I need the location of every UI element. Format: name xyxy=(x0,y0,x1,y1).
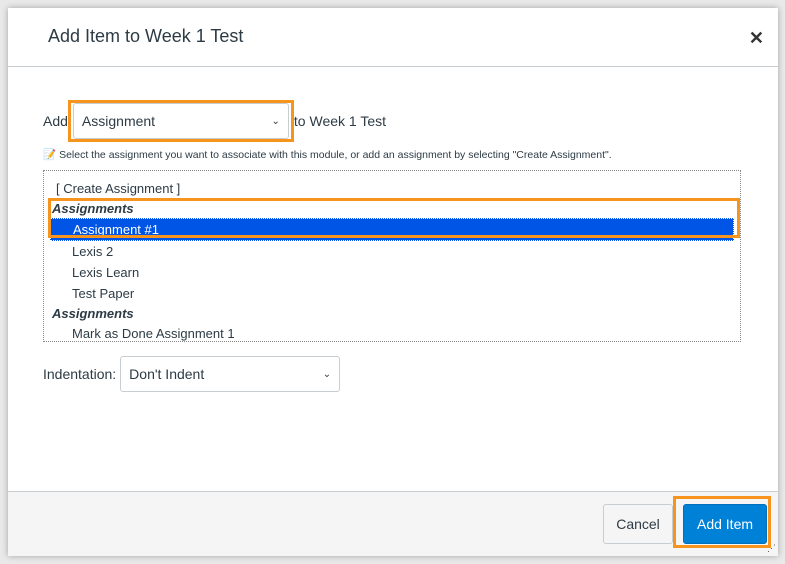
list-item-selected[interactable]: Assignment #1 xyxy=(50,218,734,241)
list-item[interactable]: Lexis 2 xyxy=(44,241,740,262)
indentation-select[interactable]: Don't Indent ⌄ xyxy=(120,356,341,392)
chevron-down-icon: ⌄ xyxy=(322,368,332,380)
resize-grip-icon[interactable]: ⋰ xyxy=(767,543,776,554)
hint-label: Select the assignment you want to associ… xyxy=(59,148,612,161)
dialog-footer: Cancel Add Item ⋰ xyxy=(8,491,778,556)
item-type-value: Assignment xyxy=(81,113,156,129)
group-label: Assignments xyxy=(52,306,134,321)
add-prefix: Add xyxy=(43,113,68,129)
assignment-listbox[interactable]: [ Create Assignment ] Assignments Assign… xyxy=(43,170,741,342)
add-type-row: Add Assignment ⌄ to Week 1 Test xyxy=(43,100,386,142)
list-item[interactable]: Test Paper xyxy=(44,283,740,304)
dialog-header: Add Item to Week 1 Test ✕ xyxy=(8,8,778,67)
create-assignment-option[interactable]: [ Create Assignment ] xyxy=(44,178,740,199)
type-select-highlight: Assignment ⌄ xyxy=(67,100,294,142)
group-label: Assignments xyxy=(52,201,134,216)
indentation-value: Don't Indent xyxy=(129,366,205,382)
edit-note-icon: 📝 xyxy=(43,149,57,161)
hint-text: 📝 Select the assignment you want to asso… xyxy=(43,148,612,162)
indentation-label: Indentation: xyxy=(43,366,117,382)
chevron-down-icon: ⌄ xyxy=(271,115,280,127)
dialog-title: Add Item to Week 1 Test xyxy=(48,26,244,46)
item-type-select[interactable]: Assignment ⌄ xyxy=(72,103,289,139)
close-icon[interactable]: ✕ xyxy=(749,28,764,49)
add-item-button[interactable]: Add Item xyxy=(683,504,767,544)
add-button-highlight: Add Item xyxy=(673,496,771,548)
indentation-row: Indentation: Don't Indent ⌄ xyxy=(43,356,342,392)
add-suffix: to Week 1 Test xyxy=(293,113,387,129)
list-item[interactable]: Lexis Learn xyxy=(44,262,740,283)
add-item-dialog: Add Item to Week 1 Test ✕ Add Assignment… xyxy=(8,8,778,556)
cancel-button[interactable]: Cancel xyxy=(603,504,673,544)
list-item[interactable]: Mark as Done Assignment 1 xyxy=(44,323,740,344)
